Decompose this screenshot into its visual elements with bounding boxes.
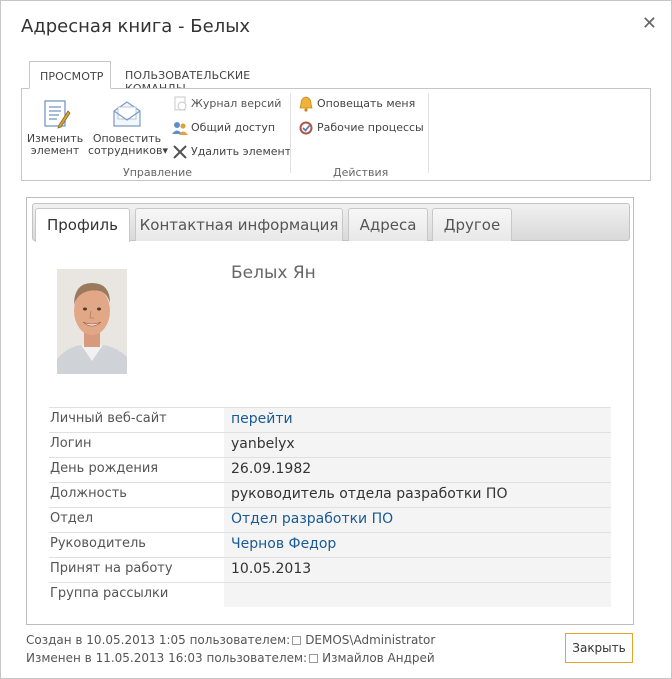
created-info: Создан в 10.05.2013 1:05 пользователем: D… (26, 633, 435, 647)
group-label-actions: Действия (333, 166, 389, 179)
delete-x-icon (173, 145, 187, 159)
bell-icon (299, 96, 313, 112)
tab-contact-info[interactable]: Контактная информация (135, 208, 343, 241)
field-label: Должность (50, 486, 127, 501)
group-divider (428, 93, 429, 173)
field-label: Отдел (50, 511, 94, 526)
form-tabstrip: Профиль Контактная информация Адреса Дру… (32, 203, 630, 242)
tab-profile[interactable]: Профиль (35, 208, 130, 242)
created-text: Создан в 10.05.2013 1:05 пользователем: (26, 633, 291, 647)
profile-photo (57, 269, 127, 374)
field-row: Отдел Отдел разработки ПО (49, 507, 611, 532)
field-row: Группа рассылки (49, 582, 611, 607)
field-label: Принят на работу (50, 561, 173, 576)
form-panel: Профиль Контактная информация Адреса Дру… (26, 197, 634, 625)
field-value (224, 583, 611, 607)
profile-photo-image (57, 269, 127, 374)
profile-fields-table: Личный веб-сайт перейти Логин yanbelyx День … (49, 407, 611, 607)
dialog-title: Адресная книга - Белых (21, 16, 251, 37)
notify-label-2: сотрудников (88, 144, 163, 157)
field-value-link[interactable]: перейти (224, 408, 611, 432)
modified-info: Изменен в 11.05.2013 16:03 пользователем… (26, 651, 435, 665)
people-icon (172, 122, 188, 135)
field-value: yanbelyx (224, 433, 611, 457)
delete-item-label: Удалить элемент (191, 145, 292, 158)
field-row: Личный веб-сайт перейти (49, 407, 611, 432)
close-button[interactable]: Закрыть (565, 633, 633, 663)
shared-access-label: Общий доступ (191, 121, 276, 134)
field-label: Личный веб-сайт (50, 411, 167, 426)
ribbon: Изменить элемент Оповестить сотрудников▾… (21, 88, 651, 181)
field-value: 26.09.1982 (224, 458, 611, 482)
tab-other[interactable]: Другое (432, 208, 512, 241)
user-checkbox-icon (309, 654, 319, 663)
edit-item-button[interactable]: Изменить элемент (24, 99, 86, 157)
alert-me-label: Оповещать меня (317, 97, 416, 110)
person-name: Белых Ян (231, 263, 316, 283)
ribbon-tab-view[interactable]: ПРОСМОТР (29, 61, 111, 89)
edit-item-icon (44, 100, 71, 129)
modified-user[interactable]: Измайлов Андрей (322, 651, 435, 665)
field-value: 10.05.2013 (224, 558, 611, 582)
shared-access-button[interactable]: Общий доступ (172, 119, 275, 137)
workflow-icon (299, 121, 313, 135)
ribbon-tab-custom-commands[interactable]: ПОЛЬЗОВАТЕЛЬСКИЕ КОМАНДЫ (115, 61, 260, 95)
field-row: Руководитель Чернов Федор (49, 532, 611, 557)
workflows-button[interactable]: Рабочие процессы (298, 119, 424, 137)
field-value-link[interactable]: Отдел разработки ПО (224, 508, 611, 532)
edit-item-label-2: элемент (30, 144, 80, 157)
user-checkbox-icon (292, 636, 302, 645)
version-history-label: Журнал версий (191, 97, 282, 110)
group-divider (290, 93, 291, 173)
field-label: Логин (50, 436, 92, 451)
field-row: Принят на работу 10.05.2013 (49, 557, 611, 582)
dropdown-arrow-icon: ▾ (162, 144, 169, 157)
field-label: Руководитель (50, 536, 146, 551)
created-user[interactable]: DEMOS\Administrator (305, 633, 435, 647)
delete-item-button[interactable]: Удалить элемент (172, 143, 291, 161)
version-history-button[interactable]: Журнал версий (172, 95, 281, 113)
modified-text: Изменен в 11.05.2013 16:03 пользователем… (26, 651, 308, 665)
dialog-window: Адресная книга - Белых ✕ ПРОСМОТР ПОЛЬЗО… (0, 0, 672, 679)
envelope-icon (113, 101, 141, 127)
tab-addresses[interactable]: Адреса (348, 208, 428, 241)
field-value-link[interactable]: Чернов Федор (224, 533, 611, 557)
field-value: руководитель отдела разработки ПО (224, 483, 611, 507)
workflows-label: Рабочие процессы (317, 121, 424, 134)
alert-me-button[interactable]: Оповещать меня (298, 95, 415, 113)
field-label: Группа рассылки (50, 586, 169, 601)
group-label-manage: Управление (123, 166, 193, 179)
field-row: День рождения 26.09.1982 (49, 457, 611, 482)
version-history-icon (174, 96, 187, 111)
field-row: Должность руководитель отдела разработки … (49, 482, 611, 507)
field-row: Логин yanbelyx (49, 432, 611, 457)
notify-colleagues-button[interactable]: Оповестить сотрудников▾ (88, 99, 169, 157)
close-icon[interactable]: ✕ (642, 13, 657, 34)
field-label: День рождения (50, 461, 159, 476)
